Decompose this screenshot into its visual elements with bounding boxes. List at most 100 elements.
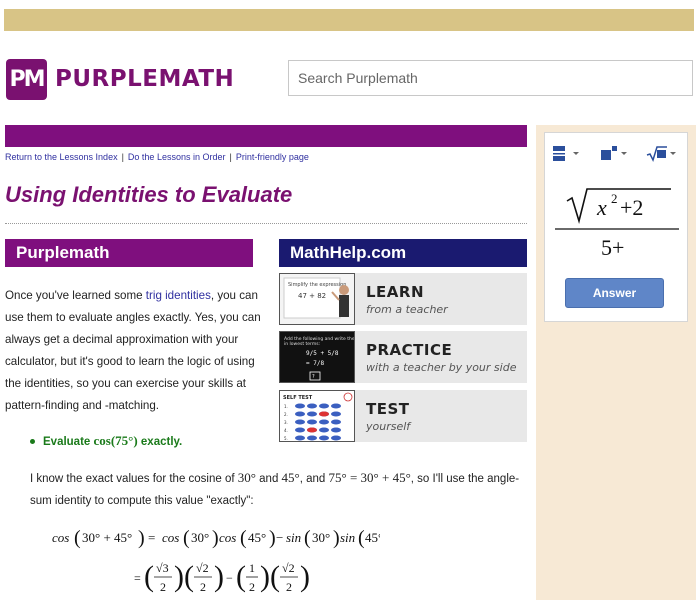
svg-text:cos: cos [219, 530, 236, 545]
explanation-text: I know the exact values for the cosine o… [30, 473, 238, 485]
exercise-bullet: Evaluate cos(75°) exactly. [30, 433, 182, 449]
svg-text:sin: sin [340, 530, 355, 545]
svg-text:cos: cos [162, 530, 179, 545]
exercise-tail: exactly. [140, 436, 183, 448]
svg-text:): ) [269, 527, 276, 549]
learn-heading: LEARN [366, 283, 425, 301]
value-45: 45° [281, 470, 300, 485]
svg-text:(: ( [184, 560, 194, 593]
svg-text:√2: √2 [282, 561, 295, 575]
lessons-index-link[interactable]: Return to the Lessons Index [5, 152, 118, 162]
svg-text:): ) [174, 560, 184, 593]
svg-text:): ) [300, 560, 310, 593]
svg-text:(: ( [304, 527, 311, 549]
practice-heading: PRACTICE [366, 341, 453, 359]
intro-paragraph: Once you've learned some trig identities… [5, 285, 261, 417]
purplemath-box-title: Purplemath [5, 239, 253, 267]
explanation-paragraph: I know the exact values for the cosine o… [30, 467, 530, 512]
svg-text:30° + 45°: 30° + 45° [82, 530, 132, 545]
separator: | [121, 152, 124, 162]
svg-text:=: = [134, 571, 141, 585]
svg-text:(: ( [240, 527, 247, 549]
page-title: Using Identities to Evaluate [5, 182, 293, 207]
svg-text:2: 2 [286, 580, 292, 594]
svg-text:): ) [212, 527, 219, 549]
purplemath-logo[interactable]: PM PURPLEMATH [6, 58, 234, 100]
trig-identities-link[interactable]: trig identities [146, 289, 211, 302]
svg-text:SELF TEST: SELF TEST [283, 395, 313, 401]
svg-text:1: 1 [249, 561, 255, 575]
practice-thumbnail: Add the following and write the answer i… [279, 331, 355, 383]
svg-text:): ) [333, 527, 340, 549]
answer-button[interactable]: Answer [565, 278, 664, 308]
svg-text:(: ( [183, 527, 190, 549]
separator: | [229, 152, 232, 162]
svg-text:5+: 5+ [601, 235, 624, 260]
svg-text:sin: sin [286, 530, 301, 545]
breadcrumb: Return to the Lessons Index | Do the Lesso… [5, 152, 309, 162]
square-root-tool-icon[interactable] [645, 143, 679, 163]
svg-text:√2: √2 [196, 561, 209, 575]
svg-text:(: ( [74, 527, 81, 549]
svg-text:√3: √3 [156, 561, 169, 575]
svg-text:=: = [148, 530, 155, 545]
svg-text:in lowest terms:: in lowest terms: [284, 341, 320, 347]
search-input[interactable] [288, 60, 693, 96]
exercise-expression: cos(75°) [93, 433, 138, 448]
intro-text-end: , you can use them to evaluate angles ex… [5, 289, 261, 412]
divider [5, 223, 527, 224]
svg-text:): ) [260, 560, 270, 593]
exercise-lead: Evaluate [43, 436, 91, 448]
mathhelp-title[interactable]: MathHelp.com [279, 239, 527, 267]
test-thumbnail: SELF TEST 1. 2. 3. 4. 5. [279, 390, 355, 442]
bullet-dot [30, 439, 35, 445]
intro-text-start: Once you've learned some [5, 289, 146, 302]
learn-thumbnail: Simplify the expression 47 + 82 [279, 273, 355, 325]
svg-text:2.: 2. [284, 412, 288, 417]
svg-text:+2: +2 [620, 195, 643, 220]
angle-equation: 75° = 30° + 45° [328, 470, 411, 485]
svg-text:): ) [138, 527, 145, 549]
svg-text:9/5 + 5/8: 9/5 + 5/8 [306, 350, 339, 357]
svg-text:30°: 30° [312, 530, 330, 545]
explanation-text: and [255, 473, 282, 485]
nav-bar [5, 125, 527, 147]
exponent-tool-icon[interactable] [597, 143, 631, 163]
learn-subtitle: from a teacher [366, 303, 448, 316]
mathhelp-practice-card[interactable]: Add the following and write the answer i… [279, 331, 527, 383]
angle-sum-formula: cos ( 30° + 45° ) = cos ( 30° ) cos ( 45… [52, 527, 380, 594]
svg-text:−: − [276, 530, 283, 545]
value-30: 30° [237, 470, 256, 485]
mathhelp-test-card[interactable]: SELF TEST 1. 2. 3. 4. 5. TEST yourself [279, 390, 527, 442]
svg-text:(: ( [270, 560, 280, 593]
svg-text:1.: 1. [284, 404, 288, 409]
svg-text:45°: 45° [365, 530, 380, 545]
svg-text:2: 2 [200, 580, 206, 594]
svg-text:(: ( [358, 527, 365, 549]
svg-text:x: x [596, 195, 607, 220]
svg-text:−: − [226, 571, 233, 585]
fraction-tool-icon[interactable] [549, 143, 583, 163]
practice-subtitle: with a teacher by your side [366, 361, 517, 374]
mathhelp-learn-card[interactable]: Simplify the expression 47 + 82 LEARN fr… [279, 273, 527, 325]
svg-text:47 + 82: 47 + 82 [298, 292, 326, 300]
svg-text:cos: cos [52, 530, 69, 545]
svg-text:Simplify the expression: Simplify the expression [288, 282, 346, 288]
svg-text:2: 2 [160, 580, 166, 594]
svg-text:= 7/8: = 7/8 [306, 360, 324, 367]
svg-text:45°: 45° [248, 530, 266, 545]
svg-text:3.: 3. [284, 420, 288, 425]
math-solver-widget: x 2 +2 5+ Answer [544, 132, 688, 322]
svg-text:4.: 4. [284, 428, 288, 433]
explanation-text: , and [299, 473, 329, 485]
svg-text:(: ( [236, 560, 246, 593]
svg-text:?: ? [312, 374, 315, 380]
lessons-in-order-link[interactable]: Do the Lessons in Order [128, 152, 226, 162]
svg-text:2: 2 [249, 580, 255, 594]
svg-text:(: ( [144, 560, 154, 593]
print-friendly-link[interactable]: Print-friendly page [236, 152, 309, 162]
svg-text:5.: 5. [284, 436, 288, 441]
math-input-display[interactable]: x 2 +2 5+ [553, 183, 681, 263]
logo-mark: PM [6, 58, 47, 100]
top-decorative-strip [4, 9, 694, 31]
